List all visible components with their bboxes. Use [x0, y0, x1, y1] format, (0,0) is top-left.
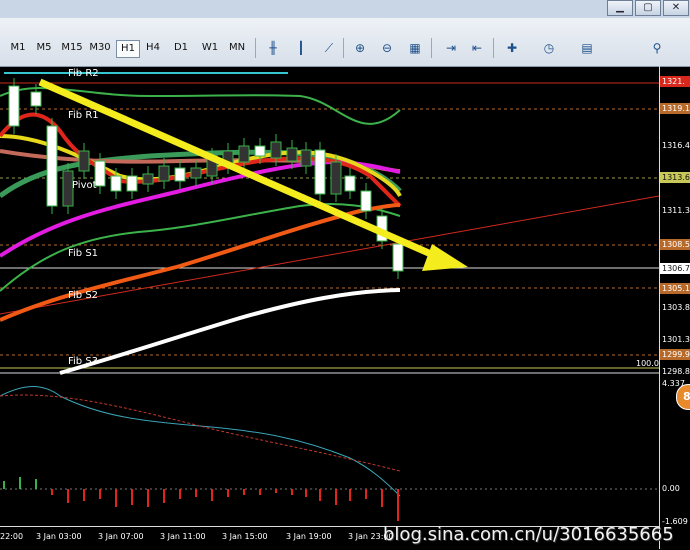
candle-body — [190, 167, 202, 179]
price-label: 1298.8 — [662, 367, 690, 376]
candle-body — [300, 149, 312, 167]
timeframe-m30[interactable]: M30 — [88, 40, 112, 56]
candle-body — [126, 175, 138, 192]
timeframe-m1[interactable]: M1 — [8, 40, 28, 56]
candle-body — [392, 243, 404, 272]
timeframe-m15[interactable]: M15 — [60, 40, 84, 56]
tile-icon[interactable]: ▦ — [406, 40, 424, 56]
candlestick-icon[interactable]: ┃ — [292, 40, 310, 56]
pivot-label: Pivot — [72, 180, 97, 191]
periods-icon[interactable]: ◷ — [540, 40, 558, 56]
chart-shift-icon[interactable]: ⇤ — [468, 40, 486, 56]
trend-arrow-head — [422, 244, 468, 271]
toolbar-separator — [343, 38, 344, 58]
candle-body — [270, 141, 282, 159]
candle-body — [360, 190, 372, 212]
autoscroll-icon[interactable]: ⇥ — [442, 40, 460, 56]
price-label: 1313.6 — [660, 172, 690, 183]
macd-line — [0, 386, 401, 497]
timeframe-d1[interactable]: D1 — [171, 40, 191, 56]
zoom-in-icon[interactable]: ⊕ — [351, 40, 369, 56]
candle-body — [174, 167, 186, 182]
watermark-text: blog.sina.com.cn/u/3016635665 — [383, 524, 674, 545]
fib-s3-label: Fib S3 — [68, 356, 99, 367]
candle-body — [46, 125, 58, 207]
time-label: 22:00 — [0, 532, 24, 541]
price-label: 1319.1 — [660, 103, 690, 114]
time-label: 3 Jan 03:00 — [36, 532, 82, 541]
timeframe-h1[interactable]: H1 — [116, 40, 140, 58]
toolbar-separator — [493, 38, 494, 58]
maximize-button[interactable]: ▢ — [635, 0, 661, 16]
toolbar-separator — [255, 38, 256, 58]
candle-body — [330, 161, 342, 195]
fib-r2-label: Fib R2 — [68, 68, 99, 79]
line-chart-icon[interactable]: ⟋ — [320, 40, 338, 56]
candle-body — [30, 91, 42, 107]
templates-icon[interactable]: ▤ — [578, 40, 596, 56]
price-label: 1301.3 — [662, 335, 690, 344]
timeframe-h4[interactable]: H4 — [143, 40, 163, 56]
osc-zero-label: 0.00 — [662, 484, 680, 493]
price-label: 1308.5 — [660, 239, 690, 250]
minimize-button[interactable]: ▁ — [607, 0, 633, 16]
candle-body — [314, 149, 326, 195]
price-label: 1321. — [660, 76, 690, 87]
candle-body — [254, 145, 266, 157]
time-label: 3 Jan 19:00 — [286, 532, 332, 541]
indicators-icon[interactable]: ✚ — [503, 40, 521, 56]
candle-body — [158, 165, 170, 182]
timeframe-mn[interactable]: MN — [226, 40, 248, 56]
time-label: 3 Jan 15:00 — [222, 532, 268, 541]
price-label: 1305.1 — [660, 283, 690, 294]
candle-body — [78, 150, 90, 172]
price-chart[interactable]: Fib R2 Fib R1 Pivot Fib S1 Fib S2 Fib S3… — [0, 66, 690, 549]
price-label: 1303.8 — [662, 303, 690, 312]
candle-body — [344, 175, 356, 192]
price-axis: 1321. 1319.1 1316.4 1313.6 1311.3 1308.5… — [659, 66, 690, 549]
time-label: 3 Jan 11:00 — [160, 532, 206, 541]
candle-body — [110, 175, 122, 192]
price-label: 1311.3 — [662, 206, 690, 215]
fib-s2-label: Fib S2 — [68, 290, 99, 301]
candle-body — [8, 85, 20, 127]
price-label: 1299.9 — [660, 349, 690, 360]
search-icon[interactable]: ⚲ — [648, 40, 666, 56]
price-label: 1316.4 — [662, 141, 690, 150]
close-button[interactable]: ✕ — [663, 0, 689, 16]
fib-s1-label: Fib S1 — [68, 248, 99, 259]
window-titlebar: ▁ ▢ ✕ — [0, 0, 690, 19]
ma-white — [59, 288, 401, 375]
zoom-out-icon[interactable]: ⊖ — [378, 40, 396, 56]
toolbar-separator — [431, 38, 432, 58]
fib-r1-label: Fib R1 — [68, 110, 99, 121]
time-label: 3 Jan 07:00 — [98, 532, 144, 541]
bar-chart-icon[interactable]: ╫ — [264, 40, 282, 56]
timeframe-m5[interactable]: M5 — [34, 40, 54, 56]
chart-canvas[interactable] — [0, 66, 659, 526]
candle-body — [286, 147, 298, 162]
timeframe-w1[interactable]: W1 — [200, 40, 220, 56]
candle-body — [142, 173, 154, 185]
toolbar: M1 M5 M15 M30 H1 H4 D1 W1 MN ╫ ┃ ⟋ ⊕ ⊖ ▦… — [0, 18, 690, 67]
current-price-label: 1306.7 — [660, 263, 690, 274]
level-100-label: 100.0 — [636, 359, 659, 368]
candle-body — [238, 145, 250, 163]
macd-signal — [0, 394, 401, 472]
